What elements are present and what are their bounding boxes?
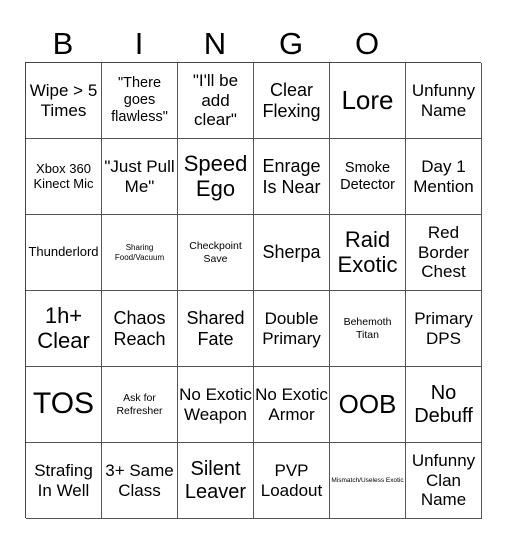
bingo-cell[interactable]: Red Border Chest — [406, 215, 482, 291]
bingo-cell[interactable]: Enrage Is Near — [254, 139, 330, 215]
bingo-cell[interactable]: Double Primary — [254, 291, 330, 367]
bingo-cell[interactable]: Smoke Detector — [330, 139, 406, 215]
bingo-cell[interactable]: No Debuff — [406, 367, 482, 443]
bingo-cell[interactable]: Wipe > 5 Times — [26, 63, 102, 139]
header-letter-b: B — [52, 26, 74, 61]
bingo-grid: Wipe > 5 Times "There goes flawless" "I'… — [25, 62, 482, 519]
bingo-cell[interactable]: Unfunny Name — [406, 63, 482, 139]
bingo-cell[interactable]: Sharing Food/Vacuum — [102, 215, 178, 291]
bingo-cell[interactable]: Shared Fate — [178, 291, 254, 367]
bingo-cell[interactable]: Chaos Reach — [102, 291, 178, 367]
bingo-cell[interactable]: Behemoth Titan — [330, 291, 406, 367]
header-letter-o: O — [354, 26, 380, 61]
bingo-cell[interactable]: Day 1 Mention — [406, 139, 482, 215]
bingo-cell[interactable]: OOB — [330, 367, 406, 443]
bingo-cell[interactable]: Silent Leaver — [178, 443, 254, 519]
bingo-cell[interactable]: TOS — [26, 367, 102, 443]
bingo-cell[interactable]: Unfunny Clan Name — [406, 443, 482, 519]
bingo-cell[interactable]: 3+ Same Class — [102, 443, 178, 519]
bingo-cell[interactable]: Xbox 360 Kinect Mic — [26, 139, 102, 215]
bingo-cell[interactable]: Lore — [330, 63, 406, 139]
bingo-cell[interactable]: Thunderlord — [26, 215, 102, 291]
bingo-cell[interactable]: Ask for Refresher — [102, 367, 178, 443]
bingo-cell[interactable]: "There goes flawless" — [102, 63, 178, 139]
bingo-cell[interactable]: No Exotic Armor — [254, 367, 330, 443]
bingo-cell[interactable]: 1h+ Clear — [26, 291, 102, 367]
bingo-cell[interactable]: "Just Pull Me" — [102, 139, 178, 215]
bingo-cell[interactable]: Strafing In Well — [26, 443, 102, 519]
header-letter-n: N — [203, 26, 227, 61]
bingo-cell[interactable]: Sherpa — [254, 215, 330, 291]
header-letter-i: I — [134, 26, 144, 61]
bingo-cell[interactable]: Primary DPS — [406, 291, 482, 367]
bingo-cell[interactable]: Checkpoint Save — [178, 215, 254, 291]
header-letter-g: G — [278, 26, 304, 61]
bingo-cell[interactable]: No Exotic Weapon — [178, 367, 254, 443]
bingo-cell[interactable]: Mismatch/Useless Exotic — [330, 443, 406, 519]
bingo-header: B I N G O — [25, 26, 405, 62]
bingo-cell[interactable]: "I'll be add clear" — [178, 63, 254, 139]
bingo-cell[interactable]: Raid Exotic — [330, 215, 406, 291]
bingo-cell[interactable]: PVP Loadout — [254, 443, 330, 519]
bingo-cell[interactable]: Speed Ego — [178, 139, 254, 215]
bingo-cell[interactable]: Clear Flexing — [254, 63, 330, 139]
